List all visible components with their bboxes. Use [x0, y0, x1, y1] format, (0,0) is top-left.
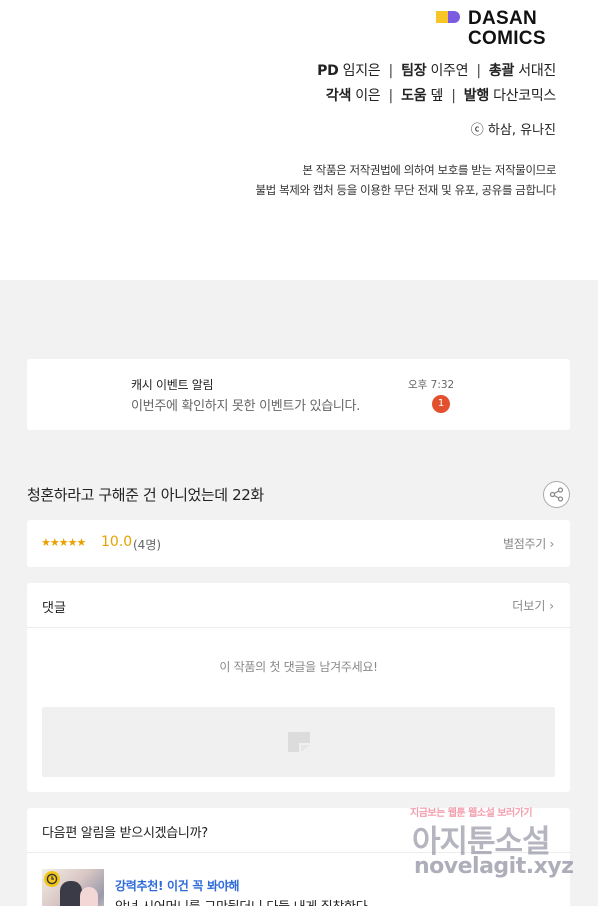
next-episode-question: 다음편 알림을 받으시겠습니까? [42, 826, 208, 841]
credit-name: 이은 [355, 88, 381, 104]
credit-line-staff-1: PD 임지은 | 팀장 이주연 | 총괄 서대진 [317, 60, 556, 80]
comments-title: 댓글 [42, 601, 66, 616]
credit-separator: | [451, 88, 456, 104]
recommendation-thumbnail[interactable] [42, 869, 104, 906]
credit-name: 서대진 [518, 63, 556, 79]
clock-icon [44, 871, 60, 887]
credit-role: PD [317, 63, 339, 79]
rating-card: ★★★★★ 10.0 (4명) 별점주기 › [27, 520, 570, 567]
event-time: 오후 7:32 [408, 379, 455, 391]
cash-event-notification[interactable]: 캐시 이벤트 알림 이번주에 확인하지 못한 이벤트가 있습니다. 오후 7:3… [27, 359, 570, 430]
recommendation-title[interactable]: 악녀 시어머니를 그만뒀더니 다들 내게 집착한다 [115, 896, 368, 906]
credit-name: 뎊 [430, 88, 444, 104]
next-episode-header: 다음편 알림을 받으시겠습니까? [27, 808, 570, 853]
next-episode-alert-card: 다음편 알림을 받으시겠습니까? 강력추천! 이건 꼭 봐야해 악녀 시어머니를… [27, 808, 570, 906]
credit-separator: | [476, 63, 481, 79]
comment-placeholder-icon [288, 732, 310, 752]
credits-section: DASAN COMICS PD 임지은 | 팀장 이주연 | 총괄 서대진 각색… [0, 0, 598, 280]
credit-role: 도움 [401, 88, 427, 104]
comment-input-area[interactable] [42, 707, 555, 777]
logo-text-line2: COMICS [468, 28, 546, 49]
credit-role: 발행 [463, 88, 489, 104]
event-count-badge: 1 [432, 395, 450, 413]
credit-name: 임지은 [342, 63, 381, 79]
rating-score: 10.0 [101, 534, 133, 550]
credit-role: 총괄 [488, 63, 515, 79]
copyright-notice-line2: 불법 복제와 캡처 등을 이용한 무단 전재 및 유포, 공유를 금합니다 [255, 183, 557, 197]
dasan-comics-logo: DASAN COMICS [436, 9, 556, 49]
logo-text-line1: DASAN [468, 8, 538, 29]
rating-stars-icon: ★★★★★ [41, 536, 86, 549]
credit-name: 이주연 [430, 63, 469, 79]
logo-mark-icon [436, 11, 462, 23]
event-message: 이번주에 확인하지 못한 이벤트가 있습니다. [131, 399, 361, 414]
credit-role: 팀장 [401, 63, 427, 79]
share-button[interactable] [543, 481, 570, 508]
event-title: 캐시 이벤트 알림 [131, 378, 214, 392]
credit-separator: | [388, 63, 394, 79]
episode-title: 청혼하라고 구해준 건 아니었는데 22화 [27, 486, 264, 504]
rating-count: (4명) [133, 538, 162, 552]
credit-name: 다산코믹스 [493, 88, 556, 104]
comments-empty-message: 이 작품의 첫 댓글을 남겨주세요! [219, 660, 378, 674]
comments-header: 댓글 더보기 › [27, 583, 570, 628]
credit-line-staff-2: 각색 이은 | 도움 뎊 | 발행 다산코믹스 [326, 85, 556, 105]
copyright-text: ⓒ 하삼, 유나진 [470, 123, 556, 138]
rate-button[interactable]: 별점주기 › [503, 535, 554, 552]
credit-role: 각색 [325, 88, 352, 104]
credit-separator: | [388, 88, 394, 104]
comments-more-link[interactable]: 더보기 › [512, 597, 554, 614]
copyright-notice-line1: 본 작품은 저작권법에 의하여 보호를 받는 저작물이므로 [302, 163, 556, 177]
recommendation-tag[interactable]: 강력추천! 이건 꼭 봐야해 [115, 877, 240, 894]
share-icon [549, 487, 564, 502]
comments-card: 댓글 더보기 › 이 작품의 첫 댓글을 남겨주세요! [27, 583, 570, 792]
